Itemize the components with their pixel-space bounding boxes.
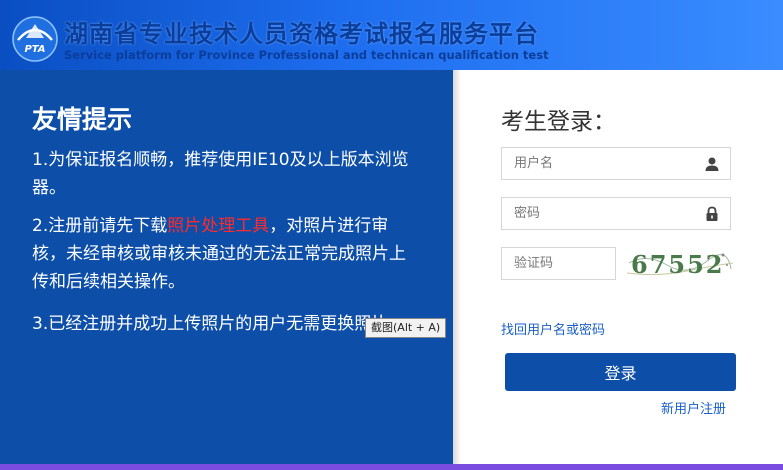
captcha-field: [501, 247, 616, 280]
password-field: [501, 197, 731, 230]
site-title: 湖南省专业技术人员资格考试报名服务平台: [64, 20, 539, 48]
login-button[interactable]: 登录: [505, 353, 736, 391]
notice-title: 友情提示: [32, 105, 133, 134]
notice-item-2-before: 2.注册前请先下载: [32, 216, 168, 236]
notice-item-2: 2.注册前请先下载照片处理工具，对照片进行审核，未经审核或审核未通过的无法正常完…: [32, 212, 422, 296]
captcha-text: 67552: [631, 250, 725, 279]
notice-item-1: 1.为保证报名顺畅，推荐使用IE10及以上版本浏览器。: [32, 150, 409, 198]
user-icon: [705, 157, 719, 171]
forgot-credentials-link[interactable]: 找回用户名或密码: [501, 319, 605, 338]
password-input[interactable]: [502, 198, 730, 229]
username-field: [501, 147, 731, 180]
captcha-image[interactable]: 67552: [627, 243, 733, 281]
notice-panel: 友情提示 1.为保证报名顺畅，推荐使用IE10及以上版本浏览器。 2.注册前请先…: [0, 70, 453, 470]
register-link[interactable]: 新用户注册: [661, 398, 726, 417]
photo-tool-link[interactable]: 照片处理工具: [167, 216, 269, 236]
login-title: 考生登录：: [501, 109, 616, 135]
notice-item-3: 3.已经注册并成功上传照片的用户无需更换照片。: [32, 314, 406, 334]
pta-logo: PTA: [12, 16, 58, 62]
bottom-bar: [0, 464, 783, 470]
username-input[interactable]: [502, 148, 730, 179]
captcha-input[interactable]: [502, 248, 615, 279]
site-header: PTA 湖南省专业技术人员资格考试报名服务平台 Service platform…: [0, 0, 783, 70]
lock-icon: [706, 206, 718, 221]
screenshot-tooltip: 截图(Alt + A): [365, 318, 447, 338]
logo-text: PTA: [24, 44, 45, 55]
login-panel-shadow: [453, 70, 461, 470]
site-subtitle: Service platform for Province Profession…: [64, 48, 549, 62]
